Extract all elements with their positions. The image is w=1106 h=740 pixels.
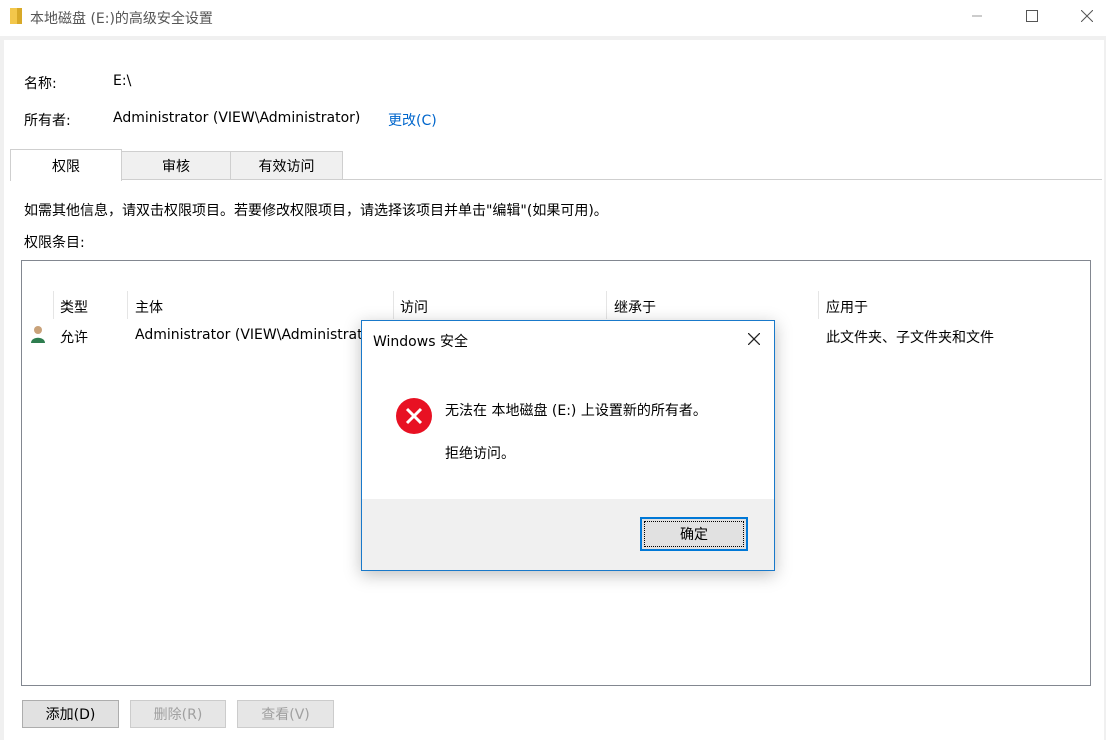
dialog-detail: 拒绝访问。 xyxy=(445,446,515,462)
column-header-inherited-from[interactable]: 继承于 xyxy=(614,297,656,317)
dialog-close-button[interactable] xyxy=(744,329,764,349)
owner-value: Administrator (VIEW\Administrator) xyxy=(113,110,361,126)
tab-auditing[interactable]: 审核 xyxy=(120,151,232,180)
row-type: 允许 xyxy=(60,330,88,346)
focus-ring xyxy=(644,521,744,547)
name-value: E:\ xyxy=(113,73,132,89)
title-bar: 本地磁盘 (E:)的高级安全设置 xyxy=(0,0,1106,36)
row-applies-to: 此文件夹、子文件夹和文件 xyxy=(826,330,994,346)
maximize-icon xyxy=(1026,10,1038,22)
column-header-type[interactable]: 类型 xyxy=(60,297,88,317)
user-icon xyxy=(31,326,45,343)
row-principal: Administrator (VIEW\Administrator) xyxy=(135,327,383,343)
column-header-applies-to[interactable]: 应用于 xyxy=(826,297,868,317)
column-separator xyxy=(393,291,394,319)
owner-label: 所有者: xyxy=(24,113,71,129)
add-button[interactable]: 添加(D) xyxy=(22,700,119,728)
window-title: 本地磁盘 (E:)的高级安全设置 xyxy=(30,11,213,27)
column-separator xyxy=(127,291,128,319)
column-separator xyxy=(53,291,54,319)
name-label: 名称: xyxy=(24,76,57,92)
minimize-icon xyxy=(972,15,982,17)
view-button[interactable]: 查看(V) xyxy=(237,700,334,728)
column-separator xyxy=(606,291,607,319)
entries-label: 权限条目: xyxy=(24,235,85,251)
description-text: 如需其他信息，请双击权限项目。若要修改权限项目，请选择该项目并单击"编辑"(如果… xyxy=(24,203,608,219)
maximize-button[interactable] xyxy=(1009,0,1055,32)
minimize-button[interactable] xyxy=(954,0,1000,32)
error-icon xyxy=(396,398,432,434)
ok-button[interactable]: 确定 xyxy=(640,517,748,551)
remove-button[interactable]: 删除(R) xyxy=(130,700,226,728)
tab-divider xyxy=(10,179,1102,180)
close-icon xyxy=(748,333,760,345)
tab-effective-access[interactable]: 有效访问 xyxy=(230,151,343,180)
dialog-title: Windows 安全 xyxy=(373,334,468,350)
tab-permissions[interactable]: 权限 xyxy=(10,149,122,181)
column-header-access[interactable]: 访问 xyxy=(400,297,428,317)
column-separator xyxy=(818,291,819,319)
close-icon xyxy=(1081,10,1093,22)
change-owner-link[interactable]: 更改(C) xyxy=(388,110,437,130)
column-header-principal[interactable]: 主体 xyxy=(135,297,163,317)
dialog-message: 无法在 本地磁盘 (E:) 上设置新的所有者。 xyxy=(445,403,707,419)
folder-icon xyxy=(10,8,22,24)
error-dialog: Windows 安全 无法在 本地磁盘 (E:) 上设置新的所有者。 拒绝访问。… xyxy=(361,320,775,571)
close-button[interactable] xyxy=(1064,0,1106,32)
